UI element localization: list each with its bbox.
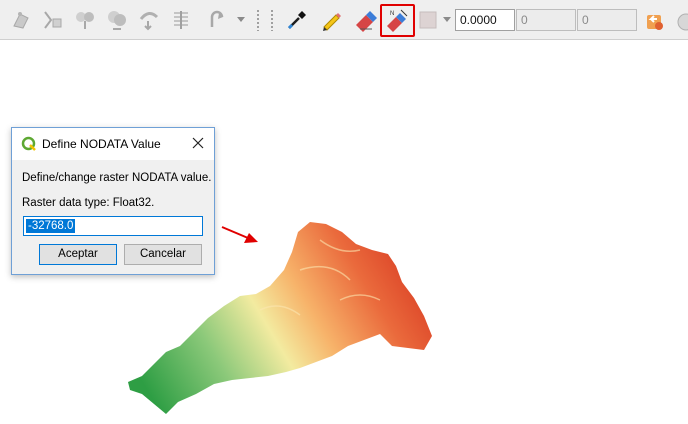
dialog-titlebar[interactable]: Define NODATA Value — [12, 128, 214, 160]
qgis-logo-icon — [21, 136, 36, 151]
dialog-message: Define/change raster NODATA value. — [22, 172, 212, 184]
accept-button[interactable]: Aceptar — [39, 244, 117, 265]
cancel-button[interactable]: Cancelar — [124, 244, 202, 265]
selected-text: -32768.0 — [26, 219, 76, 233]
nodata-value-input[interactable]: -32768.0 — [23, 216, 203, 236]
define-nodata-dialog: Define NODATA Value Define/change raster… — [11, 127, 215, 275]
data-type-label: Raster data type: Float32. — [22, 197, 155, 209]
close-icon[interactable] — [191, 136, 205, 150]
dialog-title: Define NODATA Value — [42, 137, 161, 151]
